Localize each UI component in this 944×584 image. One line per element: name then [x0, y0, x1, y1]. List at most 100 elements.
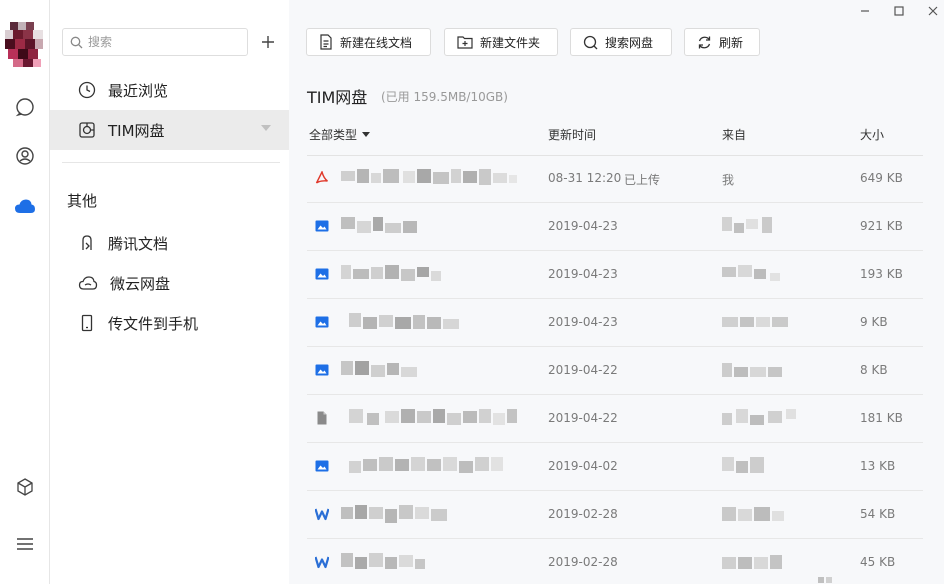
chevron-down-icon[interactable] — [261, 125, 271, 131]
search-box[interactable] — [62, 28, 248, 56]
netdisk-icon — [79, 122, 95, 138]
cloud-disk-icon[interactable] — [11, 192, 39, 220]
row-size: 193 KB — [860, 267, 903, 281]
table-row[interactable]: 08-31 12:20 已上传 我 649 KB — [307, 155, 923, 203]
sidebar-item-label: 传文件到手机 — [108, 314, 199, 333]
refresh-icon — [698, 36, 711, 48]
weiyun-cloud-icon — [78, 276, 98, 290]
pdf-file-icon — [315, 171, 328, 184]
image-file-icon — [315, 460, 329, 472]
search-input[interactable] — [88, 35, 238, 49]
row-size: 9 KB — [860, 315, 888, 329]
clock-icon — [78, 81, 96, 99]
image-file-icon — [315, 220, 329, 232]
document-icon — [320, 34, 332, 50]
row-from-redacted — [722, 217, 772, 233]
sidebar: 最近浏览 TIM网盘 其他 腾讯文档 微云网盘 传文件到手机 — [50, 0, 289, 584]
sidebar-item-tim-disk[interactable]: TIM网盘 — [50, 110, 289, 150]
main-panel: 新建在线文档 新建文件夹 搜索网盘 刷新 TIM网盘 (已用 159.5MB/1… — [289, 0, 944, 584]
image-file-icon — [315, 316, 329, 328]
new-online-doc-button[interactable]: 新建在线文档 — [306, 28, 431, 56]
section-title-other: 其他 — [67, 192, 98, 210]
table-row[interactable]: 2019-04-22 181 KB — [307, 395, 923, 443]
app-rail — [0, 0, 50, 584]
table-row[interactable]: 2019-04-02 13 KB — [307, 443, 923, 491]
row-from-redacted — [722, 265, 780, 281]
new-folder-button[interactable]: 新建文件夹 — [444, 28, 558, 56]
table-row[interactable]: 2019-02-28 54 KB — [307, 491, 923, 539]
row-date: 2019-02-28 — [548, 507, 618, 521]
word-file-icon — [315, 556, 329, 569]
search-icon — [583, 35, 598, 49]
row-date: 2019-04-23 — [548, 267, 618, 281]
column-header-updated[interactable]: 更新时间 — [548, 126, 596, 143]
row-from-redacted — [722, 555, 832, 583]
sidebar-divider — [62, 162, 280, 163]
row-date: 2019-04-23 — [548, 219, 618, 233]
column-header-size[interactable]: 大小 — [860, 126, 884, 143]
row-size: 45 KB — [860, 555, 896, 569]
file-name-redacted — [349, 313, 459, 329]
file-name-redacted — [349, 457, 503, 473]
row-from-redacted — [722, 457, 764, 473]
maximize-button[interactable] — [889, 2, 909, 20]
table-row[interactable]: 2019-04-23 9 KB — [307, 299, 923, 347]
row-status: 已上传 — [624, 173, 661, 187]
column-header-from[interactable]: 来自 — [722, 126, 746, 143]
row-size: 13 KB — [860, 459, 896, 473]
file-name-redacted — [341, 553, 425, 569]
row-date: 2019-04-22 — [548, 411, 618, 425]
file-name-redacted — [341, 505, 447, 523]
row-date: 08-31 12:20 — [548, 171, 622, 185]
row-from-redacted — [722, 507, 784, 521]
row-date: 2019-04-23 — [548, 315, 618, 329]
table-row[interactable]: 2019-04-23 193 KB — [307, 251, 923, 299]
minimize-button[interactable] — [855, 2, 875, 20]
sidebar-item-send-to-phone[interactable]: 传文件到手机 — [50, 303, 289, 343]
add-button[interactable] — [256, 30, 280, 54]
row-size: 8 KB — [860, 363, 888, 377]
image-file-icon — [315, 364, 329, 376]
image-file-icon — [315, 268, 329, 280]
word-file-icon — [315, 508, 329, 521]
sidebar-item-weiyun[interactable]: 微云网盘 — [50, 263, 289, 303]
contacts-icon[interactable] — [11, 142, 39, 170]
sidebar-item-recent[interactable]: 最近浏览 — [50, 70, 289, 110]
row-size: 181 KB — [860, 411, 903, 425]
phone-icon — [81, 314, 93, 332]
row-from-redacted — [722, 409, 796, 425]
app-box-icon[interactable] — [11, 473, 39, 501]
tencent-docs-icon — [82, 235, 92, 250]
row-date: 2019-02-28 — [548, 555, 618, 569]
table-row[interactable]: 2019-04-23 921 KB — [307, 203, 923, 251]
sidebar-item-label: 最近浏览 — [108, 81, 169, 100]
file-name-redacted — [341, 265, 441, 281]
file-name-redacted — [349, 409, 517, 425]
table-header: 全部类型 更新时间 来自 大小 — [307, 124, 923, 156]
sidebar-item-label: 腾讯文档 — [108, 234, 169, 253]
refresh-button[interactable]: 刷新 — [684, 28, 760, 56]
new-folder-icon — [457, 36, 473, 49]
row-from-redacted — [722, 317, 788, 327]
search-disk-button[interactable]: 搜索网盘 — [570, 28, 672, 56]
page-title: TIM网盘 — [307, 88, 368, 107]
sidebar-item-label: 微云网盘 — [110, 274, 171, 293]
sidebar-item-label: TIM网盘 — [108, 121, 165, 140]
storage-usage: (已用 159.5MB/10GB) — [381, 90, 508, 104]
type-filter-dropdown[interactable]: 全部类型 — [309, 126, 371, 143]
chevron-down-icon — [362, 132, 371, 137]
row-date: 2019-04-02 — [548, 459, 618, 473]
sidebar-item-tencent-docs[interactable]: 腾讯文档 — [50, 223, 289, 263]
menu-icon[interactable] — [11, 530, 39, 558]
table-row[interactable]: 2019-02-28 45 KB — [307, 539, 923, 584]
table-row[interactable]: 2019-04-22 8 KB — [307, 347, 923, 395]
row-size: 921 KB — [860, 219, 903, 233]
chat-icon[interactable] — [11, 93, 39, 121]
close-button[interactable] — [923, 2, 943, 20]
file-name-redacted — [341, 217, 417, 233]
avatar[interactable] — [5, 22, 45, 67]
search-icon — [70, 36, 83, 48]
row-from-redacted — [722, 363, 782, 377]
file-name-redacted — [341, 361, 417, 377]
row-date: 2019-04-22 — [548, 363, 618, 377]
